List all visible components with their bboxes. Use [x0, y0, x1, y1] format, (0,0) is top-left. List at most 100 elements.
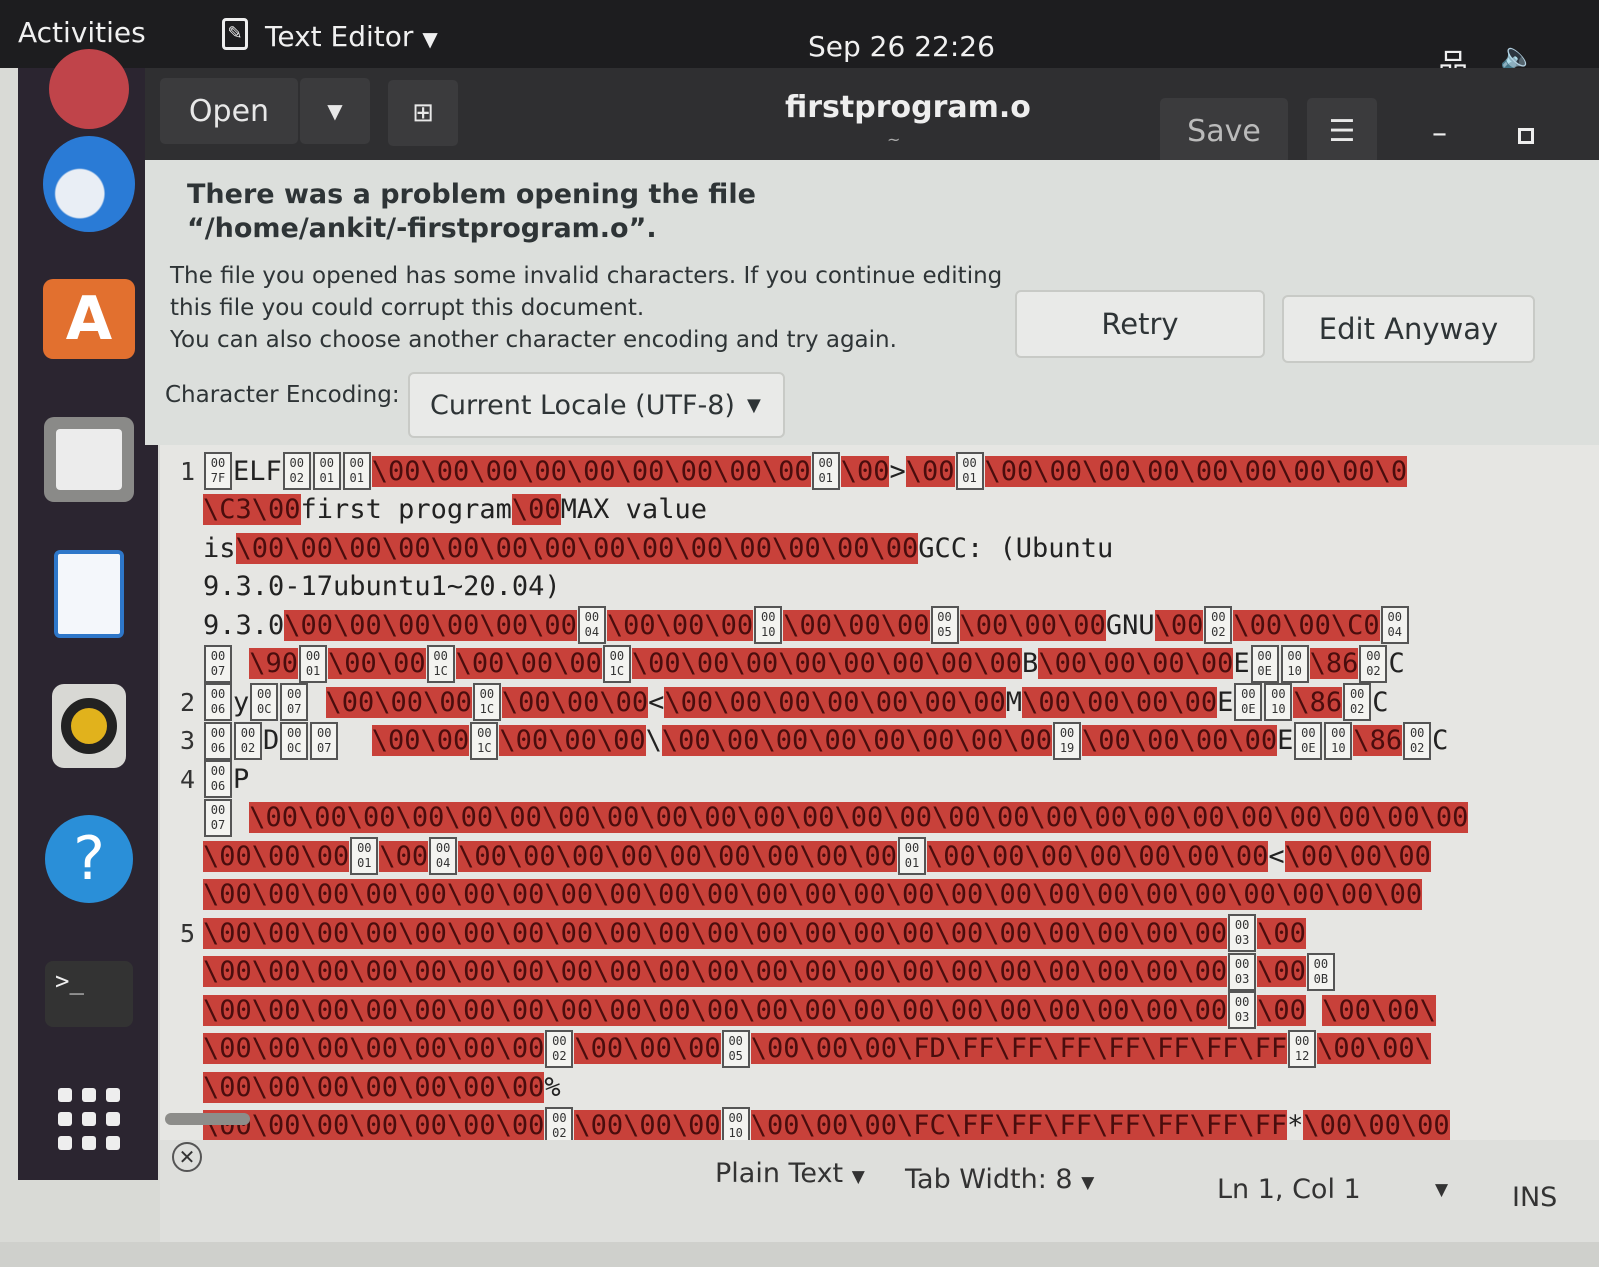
invalid-escape-text: \00\00\00\00\00\00\00\00\00 [458, 840, 897, 872]
invalid-byte-box: 00 7F [204, 452, 232, 490]
new-tab-icon: ⊞ [412, 98, 434, 128]
invalid-byte-box: 00 02 [545, 1106, 574, 1140]
text-segment: GNU [1105, 609, 1155, 641]
text-line[interactable]: \00\00\00\00\00\00\00\00\00\00\00\00\00\… [160, 952, 1599, 992]
invalid-byte-box: 00 10 [754, 606, 783, 644]
invalid-escape-text: \00\00\00 [783, 609, 930, 641]
invalid-escape-text: \00\00\00\00\00\00\00\00 [631, 648, 1023, 679]
invalid-byte-box: 00 12 [1288, 1029, 1317, 1068]
writer-icon[interactable] [43, 548, 135, 640]
text-line[interactable]: 1 00 7F ELF 00 02 00 01 00 01 \00\00\00\00\00\00\0… [160, 451, 1599, 491]
close-icon[interactable]: ✕ [172, 1142, 202, 1172]
text-line[interactable]: 00 07 \00\00\00\00\00\00\00\00\00\00\00\0… [160, 798, 1599, 838]
retry-button[interactable]: Retry [1015, 290, 1265, 358]
invalid-byte-box: 00 02 [282, 452, 311, 490]
invalid-byte-box: 00 03 [1228, 991, 1257, 1029]
invalid-escape-text: \00\00 [328, 648, 426, 679]
text-line[interactable]: 5 \00\00\00\00\00\00\00\00\00\00\00\00\00… [160, 913, 1599, 953]
invalid-byte-box: 00 01 [955, 452, 984, 490]
invalid-escape-text: \00\00\00\00 [1022, 686, 1218, 718]
invalid-escape-text: \00 [840, 455, 890, 487]
error-message-line: You can also choose another character en… [170, 327, 897, 353]
invalid-escape-text: \00 [379, 840, 429, 872]
invalid-byte-box: 00 0C [280, 721, 309, 760]
text-editor-app-icon: ✎ [222, 18, 248, 50]
app-grid-icon[interactable] [43, 1073, 135, 1165]
text-line[interactable]: is \00\00\00\00\00\00\00\00\00\00\00\00\0… [160, 528, 1599, 568]
language-selector[interactable]: Plain Text ▼ [715, 1158, 865, 1189]
text-line[interactable]: \00\00\00\00\00\00\00\00\00\00\00\00\00\… [160, 990, 1599, 1030]
help-icon[interactable]: ? [43, 813, 135, 905]
insert-mode: INS [1512, 1182, 1558, 1213]
invalid-byte-box: 00 03 [1228, 952, 1257, 991]
text-segment: < [648, 686, 665, 718]
minimize-button[interactable]: – [1432, 116, 1447, 151]
text-line[interactable]: \00\00\00\00\00\00\00% [160, 1067, 1599, 1107]
invalid-escape-text: \86 [1293, 686, 1343, 718]
hamburger-menu-button[interactable]: ☰ [1307, 98, 1377, 164]
text-segment: C [1388, 648, 1405, 679]
text-segment: C [1372, 686, 1389, 718]
files-icon[interactable] [43, 413, 135, 505]
invalid-byte-box: 00 04 [1380, 606, 1409, 644]
invalid-escape-text: \00\00\00 [574, 1033, 721, 1064]
encoding-combo[interactable]: Current Locale (UTF-8) ▼ [408, 372, 785, 438]
header-bar: Open ▼ ⊞ firstprogram.o ~ Save ☰ – [145, 68, 1599, 168]
invalid-byte-box: 00 05 [721, 1029, 750, 1068]
error-title: There was a problem opening the file “/h… [187, 179, 756, 244]
invalid-escape-text: \86 [1309, 648, 1359, 679]
text-line[interactable]: 9.3.0 \00\00\00\00\00\00 00 04 \00\00\00 00 10… [160, 605, 1599, 645]
edit-anyway-button[interactable]: Edit Anyway [1282, 295, 1535, 363]
new-tab-button[interactable]: ⊞ [388, 80, 458, 146]
text-line[interactable]: 4 00 06 P [160, 759, 1599, 799]
invalid-escape-text: \00 [1257, 956, 1306, 987]
text-line[interactable]: 3 00 06 00 02 D 00 0C 00 07 \00\00 00 1C \00\00\00 \ \… [160, 721, 1599, 761]
text-line[interactable]: 9.3.0-17ubuntu1~20.04) [160, 567, 1599, 607]
text-segment: P [233, 763, 250, 795]
terminal-icon[interactable]: >_ [43, 948, 135, 1040]
chevron-down-icon: ▼ [1081, 1173, 1095, 1193]
invalid-byte-box: 00 0B [1306, 952, 1335, 991]
invalid-escape-text: \00\00\00\00 [1038, 648, 1234, 679]
open-dropdown-button[interactable]: ▼ [300, 78, 370, 144]
rhythmbox-icon[interactable] [43, 680, 135, 772]
text-line[interactable]: \00\00\00\00\00\00\00\00\00\00\00\00\00\… [160, 875, 1599, 915]
invalid-escape-text: \00\00\00 [499, 725, 646, 756]
text-view[interactable]: \00\00\00\00\00\00\00 00 02 \00\00\00 00 10 \0… [160, 445, 1599, 1140]
text-line[interactable]: \C3\00 first program \00 MAX value [160, 490, 1599, 530]
open-button[interactable]: Open [160, 78, 298, 144]
text-segment: B [1022, 648, 1039, 679]
save-button[interactable]: Save [1160, 98, 1288, 164]
maximize-button[interactable] [1518, 128, 1534, 144]
text-segment: C [1432, 725, 1449, 756]
text-line[interactable]: \00\00\00 00 01 \00 00 04 \00\00\00\00\00\00\0… [160, 836, 1599, 876]
horizontal-scrollbar[interactable] [165, 1113, 250, 1125]
text-line[interactable]: 2 00 06 y 00 0C 00 07 \00\00\00 00 1C \00\00\00 < \0… [160, 682, 1599, 722]
text-segment: < [1268, 840, 1285, 872]
software-icon[interactable]: A [43, 273, 135, 365]
text-segment [309, 687, 325, 718]
tab-width-label: Tab Width: 8 [905, 1164, 1073, 1195]
invalid-escape-text: \00\00\00 [959, 609, 1106, 641]
tab-width-selector[interactable]: Tab Width: 8 ▼ [905, 1164, 1094, 1195]
ubuntu-icon[interactable] [43, 43, 135, 135]
chevron-down-icon[interactable]: ▼ [1435, 1180, 1448, 1200]
dock: A ? >_ [18, 49, 158, 1180]
app-menu[interactable]: Text Editor ▼ [265, 20, 438, 53]
text-line[interactable]: \00\00\00\00\00\00\00 00 02 \00\00\00 00 10 \0… [160, 1106, 1599, 1140]
chevron-down-icon: ▼ [422, 27, 438, 51]
invalid-byte-box: 00 0E [1294, 721, 1323, 760]
invalid-byte-box: 00 04 [429, 837, 458, 875]
encoding-value: Current Locale (UTF-8) [430, 389, 735, 421]
chevron-down-icon: ▼ [746, 394, 761, 416]
text-line[interactable]: 00 07 \90 00 01 \00\00 00 1C \00\00\00 00 1C \00\0… [160, 644, 1599, 684]
clock[interactable]: Sep 26 22:26 [808, 30, 995, 63]
thunderbird-icon[interactable] [43, 136, 135, 232]
cursor-position[interactable]: Ln 1, Col 1 [1217, 1174, 1361, 1205]
text-line[interactable]: \00\00\00\00\00\00\00 00 02 \00\00\00 00 05 \0… [160, 1029, 1599, 1069]
top-bar: Activities ✎ Text Editor ▼ Sep 26 22:26 … [0, 0, 1599, 83]
invalid-byte-box: 00 01 [312, 452, 341, 490]
invalid-byte-box: 00 06 [204, 760, 232, 798]
invalid-escape-text: \00 [1257, 994, 1306, 1026]
invalid-escape-text: \00 [1154, 609, 1204, 641]
